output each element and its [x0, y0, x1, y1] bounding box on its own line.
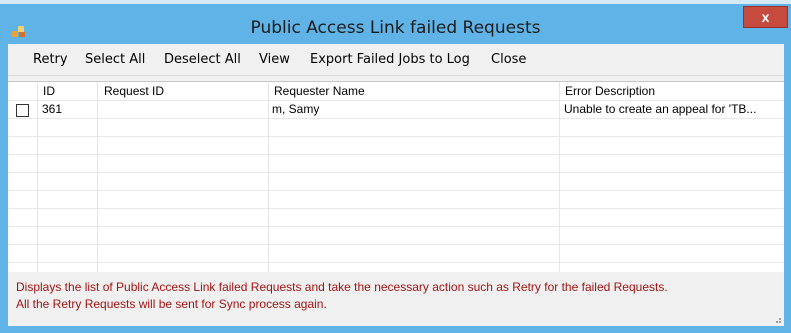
cell-id: 361 [42, 102, 63, 116]
row-separator [8, 190, 784, 191]
column-header-id[interactable]: ID [39, 82, 97, 100]
row-select-checkbox[interactable] [16, 104, 29, 117]
dialog-client-area: Retry Select All Deselect All View Expor… [8, 44, 784, 326]
help-panel: Displays the list of Public Access Link … [8, 272, 784, 326]
menu-retry[interactable]: Retry [33, 52, 68, 67]
row-separator [8, 118, 784, 119]
row-separator [8, 244, 784, 245]
row-separator [8, 262, 784, 263]
row-separator [8, 226, 784, 227]
menu-select-all[interactable]: Select All [85, 52, 145, 67]
row-separator [8, 172, 784, 173]
help-text-line-1: Displays the list of Public Access Link … [16, 280, 668, 294]
menu-view[interactable]: View [259, 52, 290, 67]
cell-requester-name: m, Samy [272, 102, 320, 116]
resize-grip-icon[interactable] [772, 314, 782, 324]
dialog-window: Public Access Link failed Requests x Ret… [0, 0, 791, 333]
column-header-requester-name[interactable]: Requester Name [270, 82, 558, 100]
close-window-button[interactable]: x [743, 6, 788, 28]
menu-close[interactable]: Close [491, 52, 526, 67]
row-separator [8, 208, 784, 209]
column-header-request-id[interactable]: Request ID [100, 82, 268, 100]
menu-export-failed-jobs[interactable]: Export Failed Jobs to Log [310, 52, 470, 67]
row-separator [8, 136, 784, 137]
row-separator [8, 154, 784, 155]
help-text-line-2: All the Retry Requests will be sent for … [16, 297, 327, 311]
column-header-error-description[interactable]: Error Description [561, 82, 784, 100]
title-bar[interactable]: Public Access Link failed Requests [0, 4, 791, 46]
window-title: Public Access Link failed Requests [250, 18, 541, 38]
cell-error-description: Unable to create an appeal for 'TB... [564, 102, 757, 116]
menu-bar: Retry Select All Deselect All View Expor… [8, 44, 784, 76]
menu-deselect-all[interactable]: Deselect All [164, 52, 241, 67]
